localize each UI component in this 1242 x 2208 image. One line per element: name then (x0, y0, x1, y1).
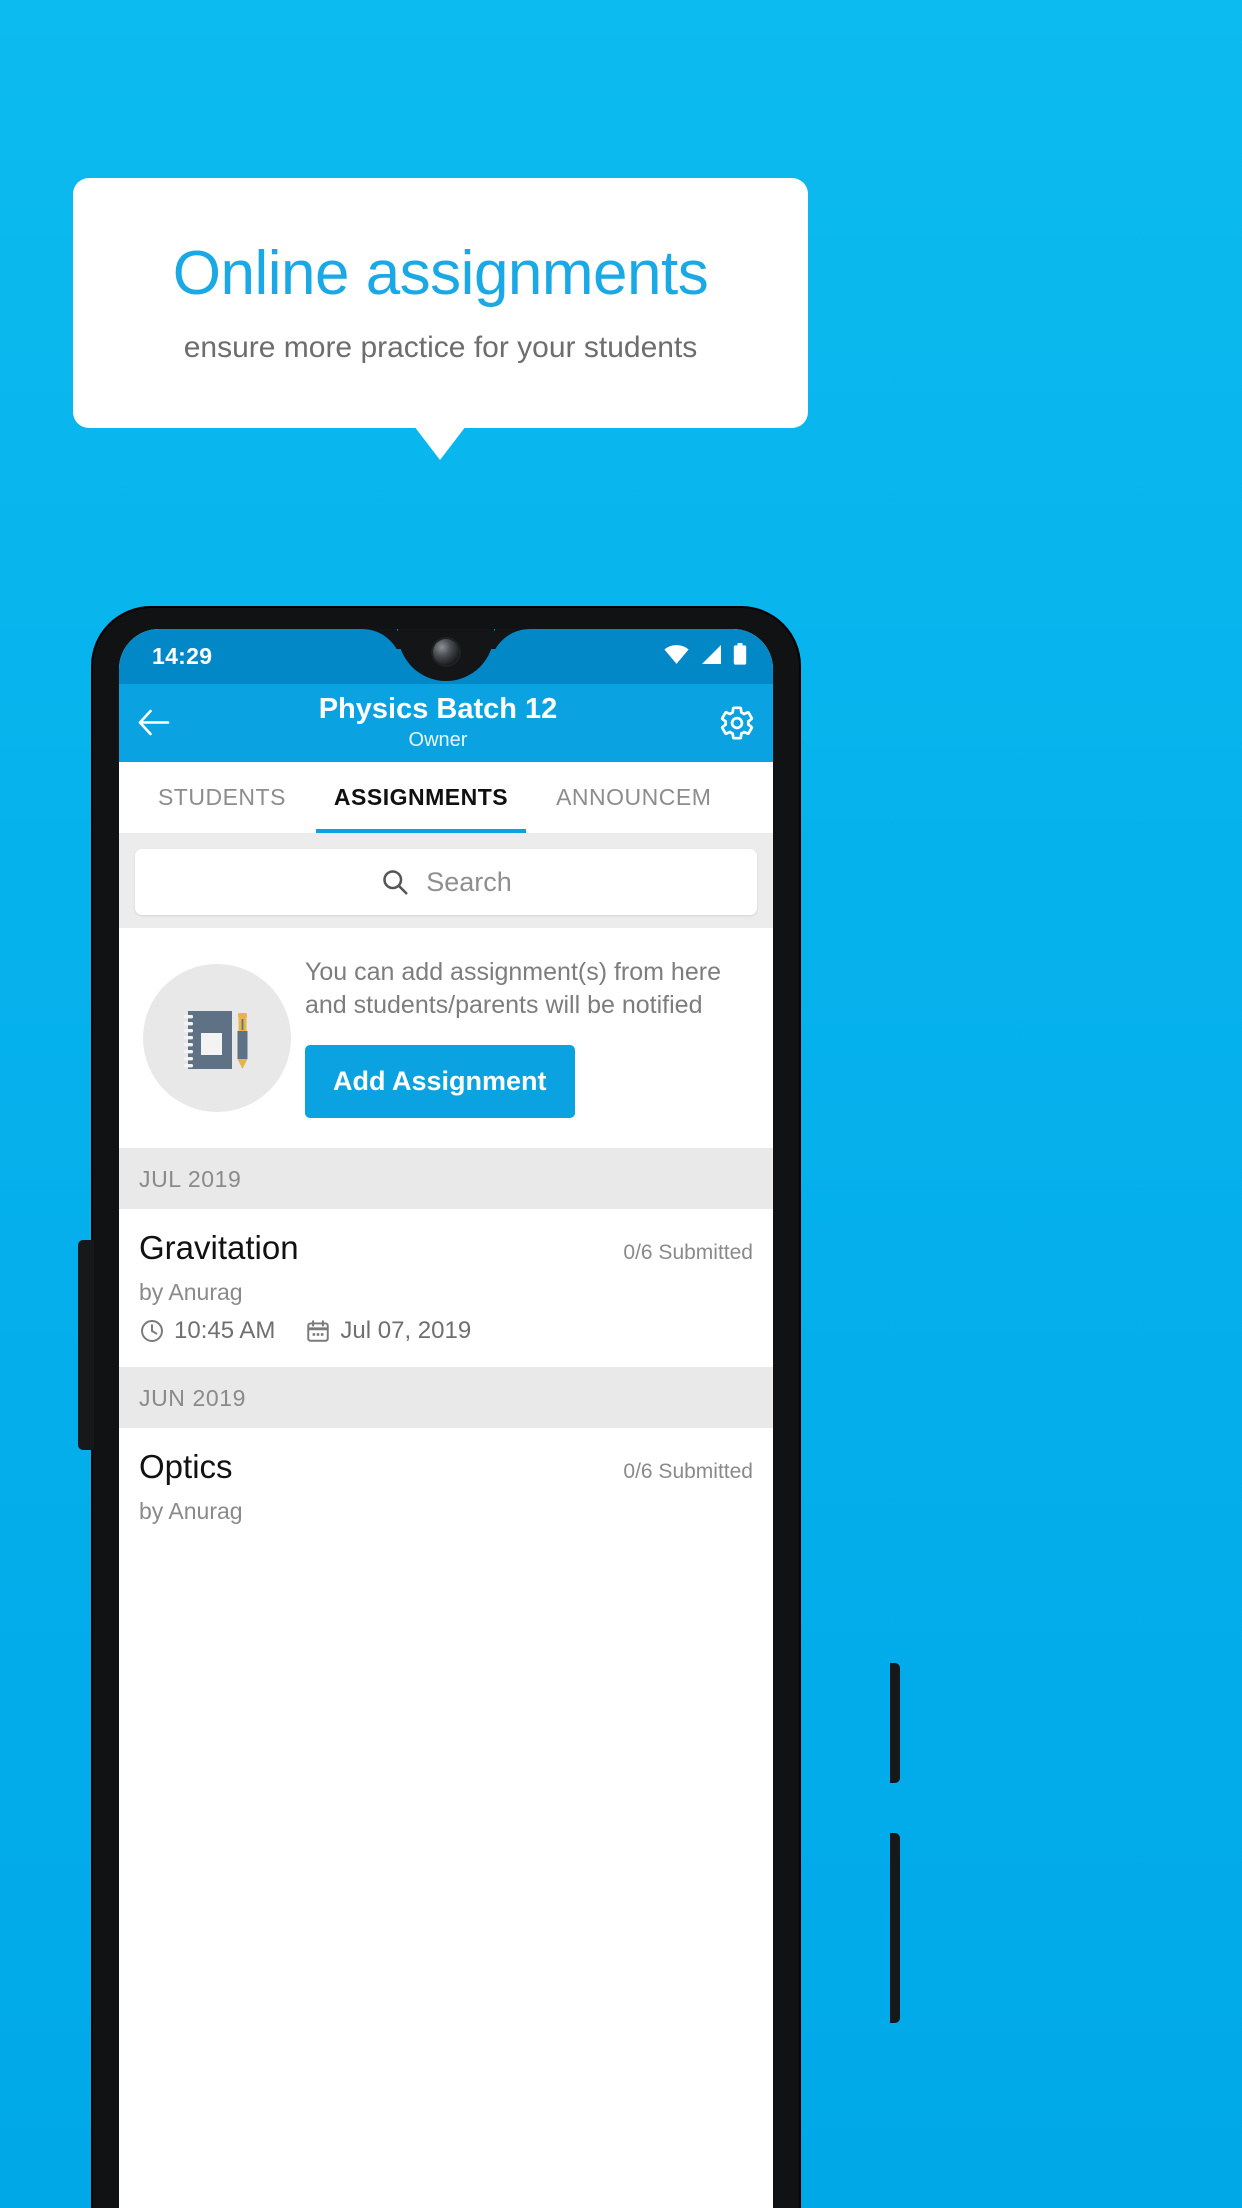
status-bar-icons (664, 643, 747, 665)
empty-state-message: You can add assignment(s) from here and … (305, 958, 721, 1020)
assignment-row-header: Gravitation 0/6 Submitted (139, 1229, 753, 1267)
signal-icon (700, 644, 722, 664)
phone-volume-button (890, 1663, 900, 1783)
assignment-title: Optics (139, 1447, 233, 1485)
clock-icon (139, 1318, 165, 1344)
status-badge: 0/6 Submitted (623, 1459, 753, 1483)
app-bar: Physics Batch 12 Owner (119, 684, 773, 762)
search-input[interactable]: Search (135, 849, 757, 915)
wifi-icon (664, 644, 689, 664)
table-row[interactable]: Gravitation 0/6 Submitted by Anurag 10:4… (119, 1208, 773, 1367)
assignment-time: 10:45 AM (174, 1316, 276, 1344)
tab-students[interactable]: STUDENTS (134, 762, 310, 833)
promo-callout: Online assignments ensure more practice … (73, 178, 808, 428)
empty-state-card: You can add assignment(s) from here and … (119, 928, 773, 1148)
section-header-jul: JUL 2019 (119, 1147, 773, 1209)
search-placeholder: Search (426, 866, 512, 897)
settings-button[interactable] (701, 684, 773, 762)
promo-screenshot: Online assignments ensure more practice … (0, 0, 1242, 2208)
tab-assignments[interactable]: ASSIGNMENTS (310, 762, 532, 833)
phone-power-button (890, 1833, 900, 2023)
calendar-icon (305, 1318, 331, 1344)
gear-icon (720, 706, 754, 740)
status-badge: 0/6 Submitted (623, 1240, 753, 1264)
search-icon (383, 870, 408, 895)
promo-subtitle: ensure more practice for your students (183, 330, 698, 364)
app-bar-titles: Physics Batch 12 Owner (175, 693, 701, 752)
assignment-title: Gravitation (139, 1228, 299, 1266)
assignment-author: by Anurag (139, 1497, 243, 1524)
search-section: Search (119, 834, 773, 928)
camera-notch (362, 629, 530, 683)
phone-frame: 14:29 Physics Batch 12 Owner STUDENTS AS… (93, 608, 900, 2208)
assignment-author: by Anurag (139, 1278, 243, 1305)
tab-bar: IEW STUDENTS ASSIGNMENTS ANNOUNCEM (119, 762, 773, 834)
add-assignment-button[interactable]: Add Assignment (305, 1044, 575, 1118)
section-header-jun: JUN 2019 (119, 1366, 773, 1428)
phone-screen: 14:29 Physics Batch 12 Owner STUDENTS AS… (119, 629, 773, 2208)
promo-callout-tail (414, 426, 466, 460)
empty-state-content: You can add assignment(s) from here and … (297, 952, 757, 1118)
status-bar: 14:29 (119, 629, 773, 684)
promo-title: Online assignments (172, 239, 709, 309)
notebook-pen-icon (143, 964, 291, 1112)
table-row[interactable]: Optics 0/6 Submitted by Anurag (119, 1427, 773, 1547)
phone-side-button-left (78, 1240, 94, 1450)
assignment-date: Jul 07, 2019 (340, 1316, 472, 1344)
arrow-left-icon (138, 709, 170, 736)
assignment-row-header: Optics 0/6 Submitted (139, 1448, 753, 1486)
battery-icon (733, 643, 747, 665)
page-title: Physics Batch 12 (318, 693, 558, 726)
page-subtitle: Owner (408, 728, 468, 751)
tab-overview[interactable]: IEW (119, 762, 134, 833)
front-camera-icon (433, 639, 459, 665)
tab-announcements[interactable]: ANNOUNCEM (532, 762, 735, 833)
assignment-meta: 10:45 AM Jul 07, 2019 (139, 1317, 753, 1345)
status-bar-clock: 14:29 (152, 643, 213, 669)
